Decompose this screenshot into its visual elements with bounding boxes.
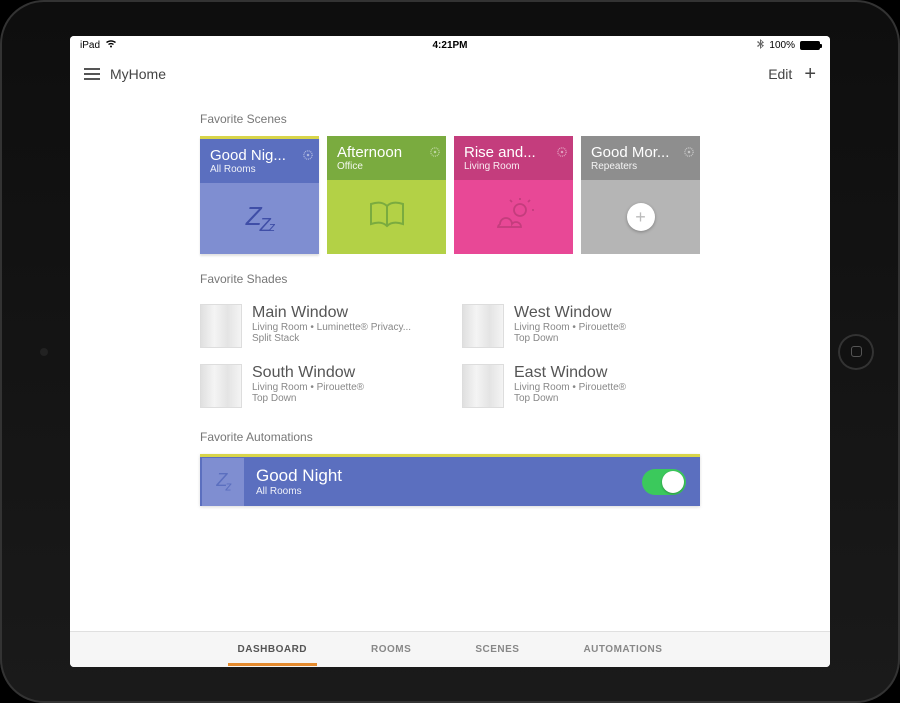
automation-sub: All Rooms (256, 486, 342, 497)
gear-icon[interactable] (684, 144, 694, 162)
favorite-scenes-section: Favorite Scenes Good Nig... All Rooms ZZ… (200, 94, 700, 254)
scene-tile-good-morning[interactable]: Good Mor... Repeaters + (581, 136, 700, 254)
wifi-icon (105, 39, 117, 51)
ipad-bezel: iPad 4:21PM 100% MyHome Edit + (0, 0, 900, 703)
shade-subtitle2: Top Down (252, 393, 364, 404)
sleep-icon: ZZz (246, 201, 274, 236)
shade-subtitle: Living Room • Pirouette® (514, 382, 626, 393)
automation-thumb: Zz (202, 458, 244, 506)
scene-sub: Living Room (464, 161, 563, 172)
shade-thumb (200, 304, 242, 348)
battery-icon (800, 41, 820, 50)
section-title-scenes: Favorite Scenes (200, 112, 700, 126)
scene-name: Afternoon (337, 144, 427, 161)
app-bar: MyHome Edit + (70, 54, 830, 94)
home-button[interactable] (838, 334, 874, 370)
shade-item-west-window[interactable]: West Window Living Room • Pirouette® Top… (462, 300, 700, 352)
shade-title: South Window (252, 364, 364, 382)
add-circle-icon: + (627, 203, 655, 231)
scene-tile-afternoon[interactable]: Afternoon Office (327, 136, 446, 254)
front-camera (40, 348, 48, 356)
scene-sub: All Rooms (210, 164, 309, 175)
menu-icon[interactable] (84, 68, 100, 80)
shade-subtitle2: Top Down (514, 333, 626, 344)
shade-item-east-window[interactable]: East Window Living Room • Pirouette® Top… (462, 360, 700, 412)
status-bar: iPad 4:21PM 100% (70, 36, 830, 54)
gear-icon[interactable] (430, 144, 440, 162)
shade-subtitle2: Top Down (514, 393, 626, 404)
shade-title: Main Window (252, 304, 411, 322)
bluetooth-icon (757, 39, 764, 52)
shade-subtitle: Living Room • Pirouette® (252, 382, 364, 393)
sunrise-icon (492, 198, 536, 237)
automation-title: Good Night (256, 466, 342, 486)
automation-row-good-night[interactable]: Zz Good Night All Rooms (200, 454, 700, 506)
tab-automations[interactable]: AUTOMATIONS (579, 634, 666, 665)
shade-title: West Window (514, 304, 626, 322)
scene-name: Good Nig... (210, 147, 300, 164)
section-title-automations: Favorite Automations (200, 430, 700, 444)
sleep-icon: Zz (216, 470, 229, 494)
page-title: MyHome (110, 66, 166, 82)
scene-sub: Office (337, 161, 436, 172)
shade-title: East Window (514, 364, 626, 382)
scene-tile-rise-and-shine[interactable]: Rise and... Living Room (454, 136, 573, 254)
add-button[interactable]: + (804, 64, 816, 84)
shade-subtitle: Living Room • Pirouette® (514, 322, 626, 333)
clock: 4:21PM (432, 40, 467, 51)
book-icon (367, 200, 407, 235)
section-title-shades: Favorite Shades (200, 272, 700, 286)
shade-item-south-window[interactable]: South Window Living Room • Pirouette® To… (200, 360, 438, 412)
shade-subtitle: Living Room • Luminette® Privacy... (252, 322, 411, 333)
shade-thumb (200, 364, 242, 408)
shade-item-main-window[interactable]: Main Window Living Room • Luminette® Pri… (200, 300, 438, 352)
edit-button[interactable]: Edit (768, 66, 792, 82)
scenes-row: Good Nig... All Rooms ZZz Afternoon Offi… (200, 136, 700, 254)
favorite-shades-section: Favorite Shades Main Window Living Room … (200, 254, 700, 412)
tab-dashboard[interactable]: DASHBOARD (234, 634, 312, 665)
scene-sub: Repeaters (591, 161, 690, 172)
screen: iPad 4:21PM 100% MyHome Edit + (70, 36, 830, 667)
gear-icon[interactable] (303, 147, 313, 165)
automation-toggle[interactable] (642, 469, 686, 495)
content-scroll[interactable]: Favorite Scenes Good Nig... All Rooms ZZ… (70, 94, 830, 631)
tab-rooms[interactable]: ROOMS (367, 634, 415, 665)
tab-bar: DASHBOARD ROOMS SCENES AUTOMATIONS (70, 631, 830, 667)
shade-subtitle2: Split Stack (252, 333, 411, 344)
tab-scenes[interactable]: SCENES (471, 634, 523, 665)
gear-icon[interactable] (557, 144, 567, 162)
scene-name: Good Mor... (591, 144, 681, 161)
favorite-automations-section: Favorite Automations Zz Good Night All R… (200, 412, 700, 516)
device-label: iPad (80, 40, 100, 51)
scene-name: Rise and... (464, 144, 554, 161)
battery-pct: 100% (769, 40, 795, 51)
shade-thumb (462, 304, 504, 348)
shade-thumb (462, 364, 504, 408)
scene-tile-good-night[interactable]: Good Nig... All Rooms ZZz (200, 136, 319, 254)
